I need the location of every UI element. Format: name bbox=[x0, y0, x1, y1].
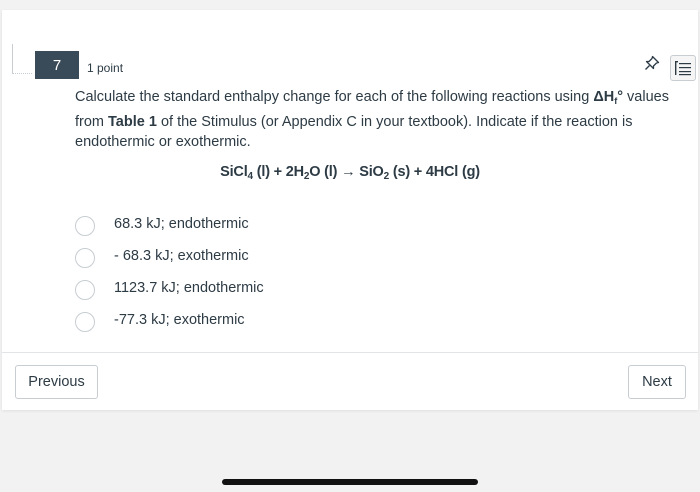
radio-button[interactable] bbox=[75, 280, 95, 300]
question-list-icon[interactable] bbox=[670, 55, 696, 81]
delta-h-symbol: ΔHf° bbox=[593, 89, 624, 106]
question-card: 7 1 point Calculate the standard enthalp… bbox=[2, 10, 698, 410]
question-text: Calculate the standard enthalpy change f… bbox=[75, 89, 669, 150]
pin-icon[interactable] bbox=[643, 54, 661, 72]
radio-button[interactable] bbox=[75, 216, 95, 236]
answer-option[interactable]: 1123.7 kJ; endothermic bbox=[75, 276, 375, 302]
reaction-equation: SiCl4 (l) + 2H2O (l) → SiO2 (s) + 4HCl (… bbox=[220, 164, 480, 182]
answer-option-label[interactable]: -77.3 kJ; exothermic bbox=[114, 312, 245, 328]
answer-option-label[interactable]: 68.3 kJ; endothermic bbox=[114, 216, 249, 232]
next-button[interactable]: Next bbox=[628, 365, 686, 399]
question-marker-dots bbox=[12, 73, 32, 74]
answer-option[interactable]: 68.3 kJ; endothermic bbox=[75, 212, 375, 238]
reaction-arrow: → bbox=[341, 164, 356, 180]
question-marker-line bbox=[12, 44, 13, 74]
answer-option-label[interactable]: - 68.3 kJ; exothermic bbox=[114, 248, 249, 264]
previous-button[interactable]: Previous bbox=[15, 365, 98, 399]
top-strip bbox=[0, 0, 700, 10]
home-indicator[interactable] bbox=[222, 479, 478, 485]
radio-button[interactable] bbox=[75, 248, 95, 268]
answer-option-label[interactable]: 1123.7 kJ; endothermic bbox=[114, 280, 264, 296]
question-number: 7 bbox=[35, 51, 79, 79]
answer-option[interactable]: - 68.3 kJ; exothermic bbox=[75, 244, 375, 270]
table-reference: Table 1 bbox=[108, 113, 157, 130]
radio-button[interactable] bbox=[75, 312, 95, 332]
answer-option[interactable]: -77.3 kJ; exothermic bbox=[75, 308, 375, 334]
question-points: 1 point bbox=[87, 61, 124, 75]
footer-divider bbox=[2, 352, 698, 353]
